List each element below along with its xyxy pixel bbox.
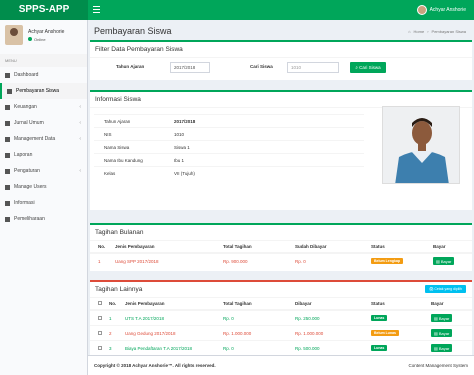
info-row: Nama Siswa Siswa 1 bbox=[94, 140, 364, 153]
footer: Copyright © 2018 Achyar Anshorie™. All r… bbox=[88, 355, 474, 375]
search-button[interactable]: ⌕ Cari Siswa bbox=[350, 62, 386, 73]
monthly-bills-box: Tagihan Bulanan No. Jenis Pembayaran Tot… bbox=[90, 223, 472, 271]
other-bills-table: No. Jenis Pembayaran Total Tagihan Dibay… bbox=[90, 298, 472, 355]
col-header: Jenis Pembayaran bbox=[122, 298, 220, 311]
sidebar-item-management-data[interactable]: Management Data ‹ bbox=[0, 131, 87, 147]
col-header: Dibayar bbox=[292, 298, 368, 311]
avatar bbox=[416, 5, 427, 15]
sidebar-item-pembayaran-siswa[interactable]: Pembayaran Siswa bbox=[0, 83, 87, 99]
breadcrumb-home[interactable]: Home bbox=[414, 29, 425, 34]
student-photo bbox=[382, 106, 460, 184]
app-logo[interactable]: SPPS-APP bbox=[0, 0, 88, 20]
filter-box: Filter Data Pembayaran Siswa Tahun Ajara… bbox=[90, 40, 472, 80]
student-info-box: Informasi Siswa Tahun Ajaran 2017/2018 NI… bbox=[90, 90, 472, 210]
pay-button[interactable]: ▤ Bayar bbox=[431, 344, 453, 352]
row-checkbox[interactable] bbox=[98, 330, 102, 335]
status-badge: Lunas bbox=[371, 315, 388, 321]
col-header: Bayar bbox=[430, 241, 472, 254]
col-header: Status bbox=[368, 241, 430, 254]
row-checkbox[interactable] bbox=[98, 315, 102, 320]
info-row: Tahun Ajaran 2017/2018 bbox=[94, 114, 364, 127]
info-row: Kelas VII (Tujuh) bbox=[94, 166, 364, 179]
table-row: 1 Uang SPP 2017/2018 Rp. 900.000 Rp. 0 B… bbox=[90, 252, 472, 268]
online-dot-icon bbox=[28, 37, 32, 41]
home-icon: ⌂ bbox=[408, 29, 411, 34]
wallet-icon bbox=[5, 104, 10, 110]
top-navbar: SPPS-APP Achyar Anshorie bbox=[0, 0, 474, 20]
breadcrumb: ⌂ Home › Pembayaran Siswa bbox=[408, 29, 466, 34]
col-header: No. bbox=[106, 298, 122, 311]
other-title: Tagihan Lainnya bbox=[90, 282, 472, 298]
info-row: NIS 1010 bbox=[94, 127, 364, 140]
report-icon bbox=[5, 152, 10, 158]
breadcrumb-current: Pembayaran Siswa bbox=[431, 29, 466, 34]
print-selected-button[interactable]: 🖨 Cetak yang dipilih bbox=[424, 285, 466, 293]
sidebar-item-pemeliharaan[interactable]: Pemeliharaan bbox=[0, 211, 87, 227]
student-info-table: Tahun Ajaran 2017/2018 NIS 1010 Nama Siswa… bbox=[94, 114, 364, 179]
col-header: Total Tagihan bbox=[220, 241, 292, 254]
chevron-left-icon: ‹ bbox=[79, 104, 81, 110]
user-name: Achyar Anshorie bbox=[429, 7, 466, 13]
sidebar-item-informasi[interactable]: Informasi bbox=[0, 195, 87, 211]
money-icon bbox=[7, 88, 12, 94]
info-icon bbox=[5, 200, 10, 206]
pay-button[interactable]: ▤ Bayar bbox=[433, 257, 455, 265]
col-header: Sudah Dibayar bbox=[292, 241, 368, 254]
year-label: Tahun Ajaran bbox=[116, 64, 145, 69]
user-menu[interactable]: Achyar Anshorie bbox=[416, 4, 466, 16]
users-icon bbox=[5, 184, 10, 190]
table-row: 2 Uang Gedung 2017/2018 Rp. 1.000.000 Rp… bbox=[90, 325, 472, 341]
table-row: 1 UTS T.A 2017/2018 Rp. 0 Rp. 250.000 Lu… bbox=[90, 309, 472, 326]
sidebar-item-pengaturan[interactable]: Pengaturan ‹ bbox=[0, 163, 87, 179]
sidebar-item-manage-users[interactable]: Manage Users bbox=[0, 179, 87, 195]
search-label: Cari Siswa bbox=[250, 64, 273, 69]
monthly-title: Tagihan Bulanan bbox=[90, 225, 472, 241]
select-all-checkbox[interactable] bbox=[98, 301, 102, 305]
filter-row: Tahun Ajaran 2017/2018 Cari Siswa 1010 ⌕… bbox=[90, 60, 472, 74]
status-badge: Belum Lunas bbox=[371, 330, 399, 336]
pay-button[interactable]: ▤ Bayar bbox=[431, 314, 453, 322]
col-header: Status bbox=[368, 298, 428, 311]
menu-header: MENU bbox=[0, 54, 87, 67]
sidebar-item-keuangan[interactable]: Keuangan ‹ bbox=[0, 99, 87, 115]
online-status: Online bbox=[28, 37, 64, 42]
status-badge: Lunas bbox=[371, 345, 388, 351]
sidebar-item-laporan[interactable]: Laporan bbox=[0, 147, 87, 163]
avatar bbox=[5, 25, 23, 45]
table-row: 3 Biaya Pendaftaran T.A 2017/2018 Rp. 0 … bbox=[90, 340, 472, 355]
dashboard-icon bbox=[5, 72, 10, 78]
col-header: Total Tagihan bbox=[220, 298, 292, 311]
search-input[interactable]: 1010 bbox=[287, 62, 339, 73]
menu-toggle-icon[interactable] bbox=[93, 6, 100, 13]
wrench-icon bbox=[5, 216, 10, 222]
sidebar-user-name: Achyar Anshorie bbox=[28, 28, 65, 35]
user-panel: Achyar Anshorie Online bbox=[0, 20, 87, 50]
col-header: No. bbox=[90, 241, 112, 254]
year-select[interactable]: 2017/2018 bbox=[170, 62, 210, 73]
gear-icon bbox=[5, 168, 10, 174]
other-bills-box: Tagihan Lainnya 🖨 Cetak yang dipilih No.… bbox=[90, 280, 472, 364]
info-row: Nama Ibu Kandung Ibu 1 bbox=[94, 153, 364, 166]
sidebar-item-dashboard[interactable]: Dashboard bbox=[0, 67, 87, 83]
main-content: Pembayaran Siswa ⌂ Home › Pembayaran Sis… bbox=[88, 20, 474, 364]
sidebar: Achyar Anshorie Online MENU Dashboard Pe… bbox=[0, 20, 88, 375]
chevron-left-icon: ‹ bbox=[79, 168, 81, 174]
monthly-bills-table: No. Jenis Pembayaran Total Tagihan Sudah… bbox=[90, 241, 472, 268]
col-header: Jenis Pembayaran bbox=[112, 241, 220, 254]
sidebar-item-jurnal-umum[interactable]: Jurnal Umum ‹ bbox=[0, 115, 87, 131]
copyright-text: Copyright © 2018 Achyar Anshorie™. All r… bbox=[94, 363, 216, 368]
footer-right-text: Content Management System bbox=[408, 363, 468, 368]
pay-button[interactable]: ▤ Bayar bbox=[431, 329, 453, 337]
row-checkbox[interactable] bbox=[98, 345, 102, 350]
database-icon bbox=[5, 136, 10, 142]
chevron-left-icon: ‹ bbox=[79, 136, 81, 142]
status-badge: Belum Lengkap bbox=[371, 258, 404, 264]
filter-title: Filter Data Pembayaran Siswa bbox=[90, 42, 472, 58]
chevron-left-icon: ‹ bbox=[79, 120, 81, 126]
page-title: Pembayaran Siswa bbox=[94, 26, 172, 36]
book-icon bbox=[5, 120, 10, 126]
col-header: Bayar bbox=[428, 298, 472, 311]
